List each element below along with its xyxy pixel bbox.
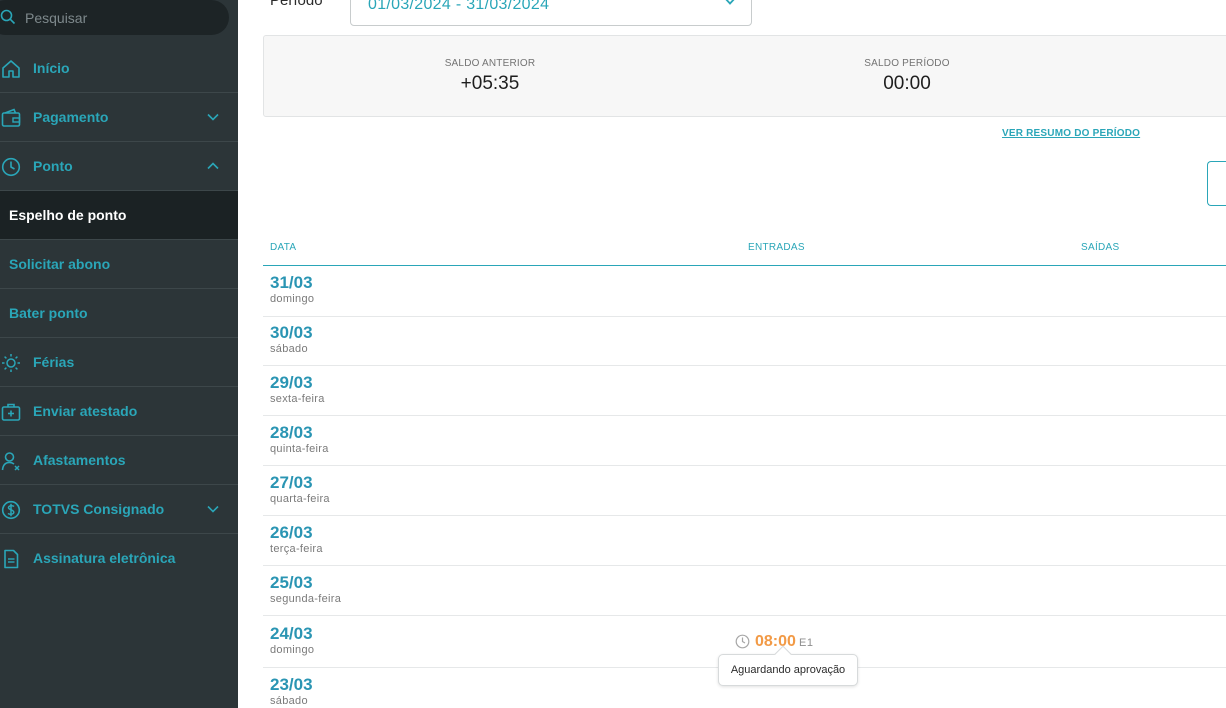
sidebar-item-inicio[interactable]: Início bbox=[0, 44, 238, 93]
balance-summary: SALDO ANTERIOR +05:35 SALDO PERÍODO 00:0… bbox=[263, 35, 1226, 117]
table-row[interactable]: 26/03 terça-feira bbox=[263, 516, 1226, 566]
search-icon bbox=[0, 9, 16, 25]
status-tooltip: Aguardando aprovação bbox=[718, 645, 858, 686]
sun-icon bbox=[2, 354, 20, 372]
row-weekday: sexta-feira bbox=[270, 393, 325, 405]
period-value: 01/03/2024 - 31/03/2024 bbox=[368, 0, 550, 13]
sidebar-item-pagamento[interactable]: Pagamento bbox=[0, 93, 238, 142]
row-weekday: quarta-feira bbox=[270, 493, 330, 505]
sidebar-item-label: Ponto bbox=[33, 158, 73, 174]
row-date: 25/03 bbox=[270, 573, 313, 592]
chevron-down-icon[interactable] bbox=[206, 504, 220, 514]
sidebar-subitem-espelho-de-ponto[interactable]: Espelho de ponto bbox=[0, 191, 238, 240]
row-date: 30/03 bbox=[270, 323, 313, 342]
sidebar-subitem-label: Bater ponto bbox=[9, 305, 88, 321]
period-select[interactable]: 01/03/2024 - 31/03/2024 bbox=[350, 0, 752, 26]
saldo-periodo-label: SALDO PERÍODO bbox=[864, 58, 950, 69]
sidebar-item-label: Início bbox=[33, 60, 70, 76]
user-x-icon bbox=[1, 452, 20, 471]
chevron-down-icon[interactable] bbox=[722, 0, 738, 6]
document-icon bbox=[4, 549, 19, 569]
row-date: 27/03 bbox=[270, 473, 313, 492]
sidebar-item-ponto[interactable]: Ponto bbox=[0, 142, 238, 191]
chevron-up-icon[interactable] bbox=[206, 161, 220, 171]
sidebar: Pesquisar Início Pagamento Ponto Espelho… bbox=[0, 0, 238, 708]
punch-time: 08:00 bbox=[755, 633, 796, 650]
table-row[interactable]: 27/03 quarta-feira bbox=[263, 466, 1226, 516]
table-row[interactable]: 29/03 sexta-feira bbox=[263, 366, 1226, 416]
saldo-anterior: SALDO ANTERIOR +05:35 bbox=[390, 58, 590, 95]
row-weekday: segunda-feira bbox=[270, 593, 342, 605]
sidebar-item-label: Pagamento bbox=[33, 109, 109, 125]
column-header-entries: ENTRADAS bbox=[748, 242, 805, 253]
row-weekday: domingo bbox=[270, 293, 315, 305]
punch-code: E1 bbox=[799, 637, 814, 649]
sidebar-item-assinatura-eletronica[interactable]: Assinatura eletrônica bbox=[0, 534, 238, 583]
row-weekday: sábado bbox=[270, 695, 308, 707]
sidebar-item-ferias[interactable]: Férias bbox=[0, 338, 238, 387]
row-weekday: quinta-feira bbox=[270, 443, 329, 455]
search-input[interactable]: Pesquisar bbox=[25, 10, 87, 26]
row-weekday: sábado bbox=[270, 343, 308, 355]
sidebar-item-label: Afastamentos bbox=[33, 452, 126, 468]
column-header-date: DATA bbox=[270, 242, 297, 253]
period-label: Período bbox=[270, 0, 323, 9]
saldo-anterior-value: +05:35 bbox=[460, 73, 520, 94]
table-row[interactable]: 30/03 sábado bbox=[263, 316, 1226, 366]
dollar-icon bbox=[1, 500, 21, 520]
sidebar-subitem-label: Solicitar abono bbox=[9, 256, 111, 272]
sidebar-item-label: Enviar atestado bbox=[33, 403, 138, 419]
row-date: 24/03 bbox=[270, 624, 313, 643]
row-date: 23/03 bbox=[270, 675, 313, 694]
clock-icon bbox=[1, 157, 21, 177]
period-summary-link[interactable]: VER RESUMO DO PERÍODO bbox=[1002, 128, 1140, 139]
table-row[interactable]: 25/03 segunda-feira bbox=[263, 566, 1226, 616]
table-row[interactable]: 28/03 quinta-feira bbox=[263, 416, 1226, 466]
sidebar-item-enviar-atestado[interactable]: Enviar atestado bbox=[0, 387, 238, 436]
column-header-exits: SAÍDAS bbox=[1081, 242, 1120, 253]
row-weekday: domingo bbox=[270, 644, 315, 656]
home-icon bbox=[2, 60, 20, 78]
sidebar-subitem-label: Espelho de ponto bbox=[9, 207, 127, 223]
main-content: Período 01/03/2024 - 31/03/2024 SALDO AN… bbox=[238, 0, 1226, 708]
sidebar-subitem-solicitar-abono[interactable]: Solicitar abono bbox=[0, 240, 238, 289]
row-date: 29/03 bbox=[270, 373, 313, 392]
clock-icon bbox=[735, 634, 750, 649]
table-row[interactable]: 31/03 domingo bbox=[263, 266, 1226, 317]
action-button[interactable] bbox=[1207, 161, 1226, 206]
saldo-anterior-label: SALDO ANTERIOR bbox=[444, 58, 536, 69]
medical-kit-icon bbox=[1, 403, 21, 421]
sidebar-item-label: TOTVS Consignado bbox=[33, 501, 165, 517]
row-date: 28/03 bbox=[270, 423, 313, 442]
sidebar-item-label: Férias bbox=[33, 354, 75, 370]
sidebar-item-totvs-consignado[interactable]: TOTVS Consignado bbox=[0, 485, 238, 534]
search-box[interactable]: Pesquisar bbox=[0, 0, 229, 35]
tooltip-text: Aguardando aprovação bbox=[730, 664, 846, 676]
wallet-icon bbox=[1, 108, 21, 127]
saldo-periodo: SALDO PERÍODO 00:00 bbox=[807, 58, 1007, 95]
sidebar-item-label: Assinatura eletrônica bbox=[33, 550, 176, 566]
row-date: 26/03 bbox=[270, 523, 313, 542]
row-date: 31/03 bbox=[270, 273, 313, 292]
saldo-periodo-value: 00:00 bbox=[883, 73, 931, 94]
sidebar-item-afastamentos[interactable]: Afastamentos bbox=[0, 436, 238, 485]
sidebar-subitem-bater-ponto[interactable]: Bater ponto bbox=[0, 289, 238, 338]
chevron-down-icon[interactable] bbox=[206, 112, 220, 122]
row-weekday: terça-feira bbox=[270, 543, 323, 555]
